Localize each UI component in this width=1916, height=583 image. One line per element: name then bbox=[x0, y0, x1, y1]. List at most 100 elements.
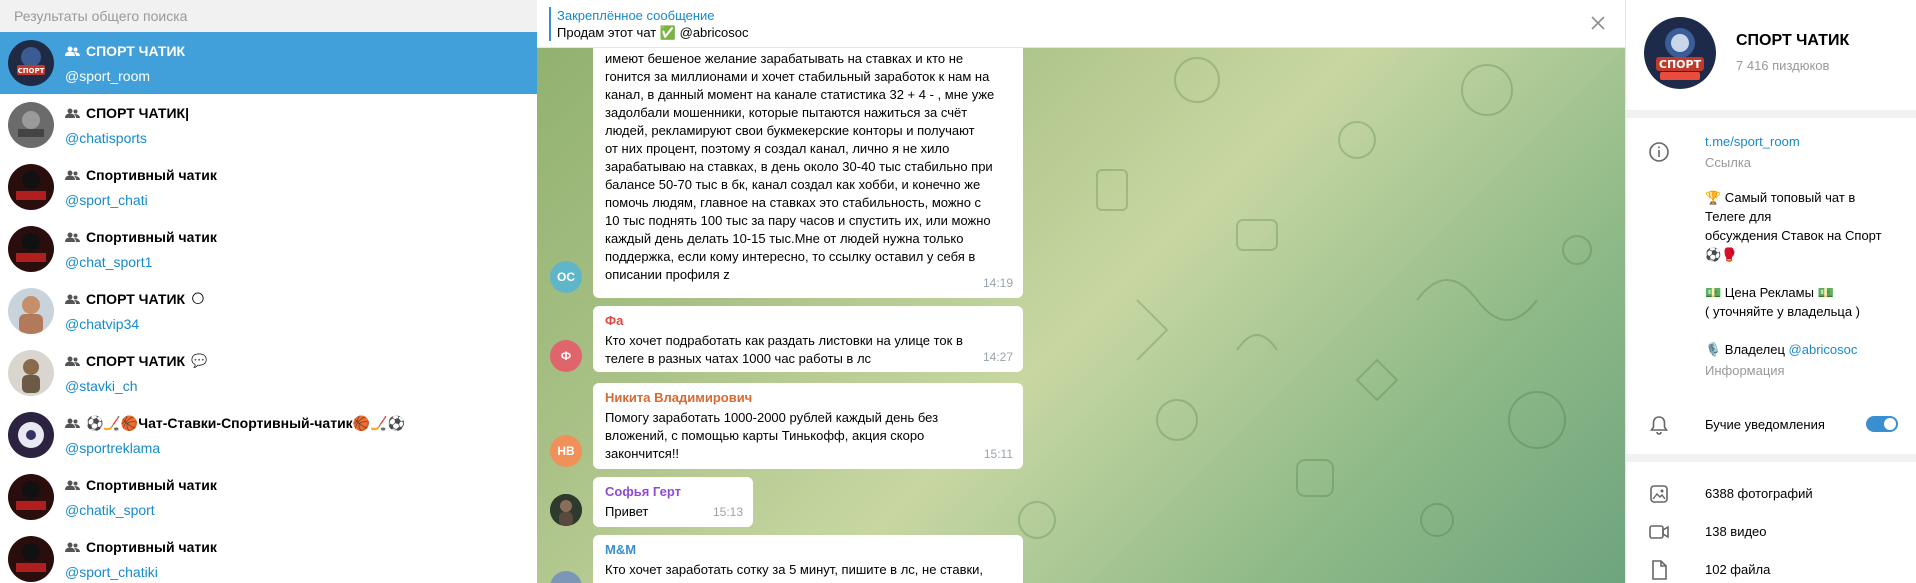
videos-count[interactable]: 138 видео bbox=[1705, 523, 1767, 541]
result-title-text: СПОРТ ЧАТИК bbox=[86, 353, 186, 369]
avatar[interactable]: Ф bbox=[550, 340, 582, 372]
avatar[interactable]: НВ bbox=[550, 435, 582, 467]
file-icon bbox=[1652, 560, 1667, 580]
description-line: 🏆 Самый топовый чат в bbox=[1705, 190, 1856, 205]
avatar[interactable]: СПОРТ bbox=[1644, 17, 1716, 89]
message-bubble[interactable]: Никита Владимирович Помогу заработать 10… bbox=[593, 383, 1023, 469]
search-result-item[interactable]: СПОРТ ЧАТИК| @chatisports bbox=[0, 94, 537, 156]
result-title: Спортивный чатик bbox=[65, 229, 217, 245]
avatar[interactable] bbox=[550, 571, 582, 583]
message-row: Софья Герт Привет 15:13 bbox=[550, 477, 1070, 527]
svg-text:СПОРТ: СПОРТ bbox=[1659, 58, 1702, 71]
result-handle: @chat_sport1 bbox=[65, 254, 153, 270]
avatar bbox=[8, 412, 54, 458]
profile-header: СПОРТ СПОРТ ЧАТИК 7 416 пиздюков bbox=[1626, 0, 1916, 110]
info-icon bbox=[1649, 142, 1669, 162]
bell-icon bbox=[1650, 416, 1668, 435]
search-result-item[interactable]: СПОРТ ЧАТИК 💬 @stavki_ch bbox=[0, 342, 537, 404]
result-handle: @chatvip34 bbox=[65, 316, 140, 332]
result-title-text: Спортивный чатик bbox=[86, 477, 217, 493]
search-result-item[interactable]: Спортивный чатик @sport_chati bbox=[0, 156, 537, 218]
message-sender[interactable]: Фа bbox=[605, 312, 1011, 330]
divider bbox=[1626, 110, 1916, 118]
group-icon bbox=[65, 108, 80, 118]
avatar bbox=[8, 350, 54, 396]
message-text: Помогу заработать 1000-2000 рублей кажды… bbox=[605, 410, 939, 461]
avatar: СПОРТ bbox=[8, 40, 54, 86]
pinned-message-bar[interactable]: Закреплённое сообщение Продам этот чат ✅… bbox=[537, 0, 1625, 48]
group-icon bbox=[65, 418, 80, 428]
result-title: Спортивный чатик bbox=[65, 539, 217, 555]
pinned-title: Закреплённое сообщение bbox=[557, 8, 715, 23]
result-title-text: Спортивный чатик bbox=[86, 229, 217, 245]
message-text: Кто хочет заработать сотку за 5 минут, п… bbox=[605, 562, 984, 577]
search-result-item[interactable]: Спортивный чатик @chatik_sport bbox=[0, 466, 537, 528]
message-sender[interactable]: Никита Владимирович bbox=[605, 389, 1011, 407]
video-icon bbox=[1649, 525, 1669, 539]
message-bubble[interactable]: M&M Кто хочет заработать сотку за 5 мину… bbox=[593, 535, 1023, 583]
info-label: Информация bbox=[1705, 363, 1785, 378]
result-title-text: Спортивный чатик bbox=[86, 167, 217, 183]
profile-name: СПОРТ ЧАТИК bbox=[1736, 32, 1850, 49]
description-line: Телеге для bbox=[1705, 209, 1772, 224]
message-text: Кто хочет подработать как раздать листов… bbox=[605, 333, 963, 366]
message-bubble[interactable]: Фа Кто хочет подработать как раздать лис… bbox=[593, 306, 1023, 372]
search-result-item[interactable]: Спортивный чатик @sport_chatiki bbox=[0, 528, 537, 583]
message-row: M&M Кто хочет заработать сотку за 5 мину… bbox=[550, 535, 1070, 583]
avatar bbox=[8, 164, 54, 210]
search-result-item[interactable]: ⚽🏒🏀Чат-Ставки-Спортивный-чатик🏀🏒⚽ @sport… bbox=[0, 404, 537, 466]
chat-link-label: Ссылка bbox=[1705, 155, 1752, 170]
message-time: 15:13 bbox=[712, 505, 743, 519]
search-results-panel: Результаты общего поиска СПОРТ СПОРТ ЧАТ… bbox=[0, 0, 537, 583]
message-bubble[interactable]: Доброе утро дамы и господа ищу адекватны… bbox=[593, 30, 1023, 298]
search-results-header: Результаты общего поиска bbox=[0, 0, 537, 32]
result-handle: @chatik_sport bbox=[65, 502, 155, 518]
close-icon[interactable] bbox=[1589, 14, 1607, 32]
avatar bbox=[8, 288, 54, 334]
photo-icon bbox=[1650, 485, 1668, 503]
photos-count[interactable]: 6388 фотографий bbox=[1705, 485, 1813, 503]
avatar[interactable]: ОС bbox=[550, 261, 582, 293]
result-title-emoji: 🌕 bbox=[191, 291, 205, 306]
group-icon bbox=[65, 356, 80, 366]
group-icon bbox=[65, 480, 80, 490]
description-line: ( уточняйте у владельца ) bbox=[1705, 304, 1860, 319]
message-time: 14:19 bbox=[982, 276, 1013, 290]
search-result-item[interactable]: СПОРТ СПОРТ ЧАТИК @sport_room bbox=[0, 32, 537, 94]
avatar[interactable] bbox=[550, 494, 582, 526]
message-text: Доброе утро дамы и господа ищу адекватны… bbox=[605, 33, 995, 282]
result-title: СПОРТ ЧАТИК 💬 bbox=[65, 353, 207, 369]
avatar bbox=[8, 474, 54, 520]
notifications-toggle[interactable] bbox=[1866, 416, 1898, 432]
result-title: СПОРТ ЧАТИК 🌕 bbox=[65, 291, 205, 307]
result-title: СПОРТ ЧАТИК bbox=[65, 43, 185, 59]
message-bubble[interactable]: Софья Герт Привет 15:13 bbox=[593, 477, 753, 527]
owner-prefix: 🎙️ Владелец bbox=[1705, 342, 1789, 357]
files-count[interactable]: 102 файла bbox=[1705, 561, 1770, 579]
group-icon bbox=[65, 294, 80, 304]
message-row: НВ Никита Владимирович Помогу заработать… bbox=[550, 383, 1070, 469]
description-line: ⚽🥊 bbox=[1705, 247, 1738, 262]
message-sender[interactable]: M&M bbox=[605, 541, 1011, 559]
group-icon bbox=[65, 170, 80, 180]
description-line: обсуждения Ставок на Спорт bbox=[1705, 228, 1882, 243]
member-count: 7 416 пиздюков bbox=[1736, 58, 1830, 73]
search-result-item[interactable]: Спортивный чатик @chat_sport1 bbox=[0, 218, 537, 280]
avatar bbox=[8, 226, 54, 272]
svg-text:СПОРТ: СПОРТ bbox=[18, 67, 45, 75]
pinned-text: Продам этот чат ✅ @abricosoc bbox=[557, 25, 749, 40]
group-icon bbox=[65, 232, 80, 242]
result-handle: @sportreklama bbox=[65, 440, 161, 456]
avatar bbox=[8, 536, 54, 582]
chat-link[interactable]: t.me/sport_room bbox=[1705, 133, 1800, 151]
search-result-item[interactable]: СПОРТ ЧАТИК 🌕 @chatvip34 bbox=[0, 280, 537, 342]
owner-handle[interactable]: @abricosoc bbox=[1789, 342, 1858, 357]
result-title-text: СПОРТ ЧАТИК| bbox=[86, 105, 189, 121]
result-title-text: Спортивный чатик bbox=[86, 539, 217, 555]
result-title: СПОРТ ЧАТИК| bbox=[65, 105, 189, 121]
message-time: 14:27 bbox=[982, 350, 1013, 364]
message-sender[interactable]: Софья Герт bbox=[605, 483, 741, 501]
result-title-text: СПОРТ ЧАТИК bbox=[86, 43, 186, 59]
result-handle: @sport_room bbox=[65, 68, 151, 84]
result-title-emoji: 💬 bbox=[191, 353, 208, 368]
